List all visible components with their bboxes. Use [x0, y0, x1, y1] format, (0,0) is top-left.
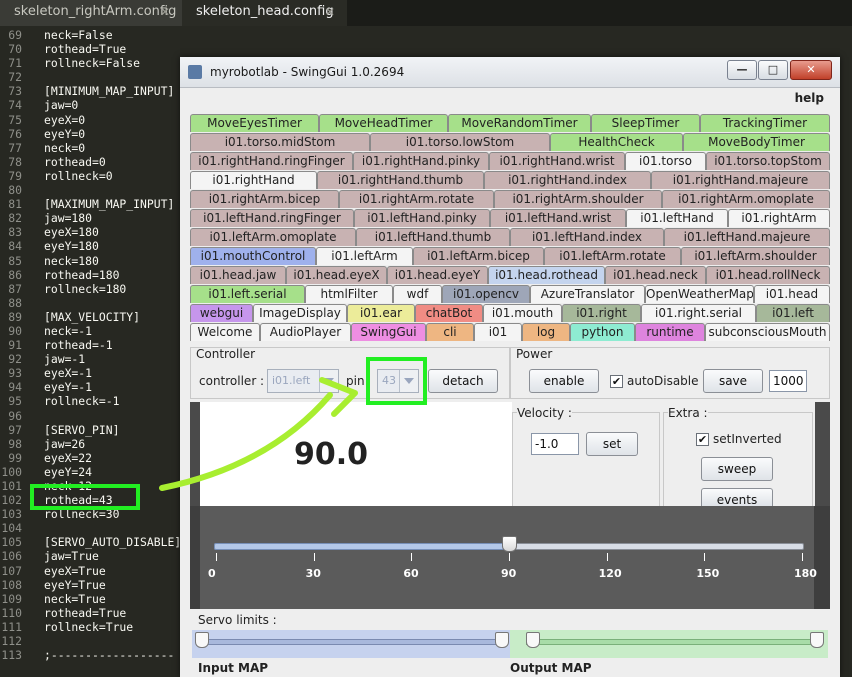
- annotation-arrow: [159, 377, 358, 491]
